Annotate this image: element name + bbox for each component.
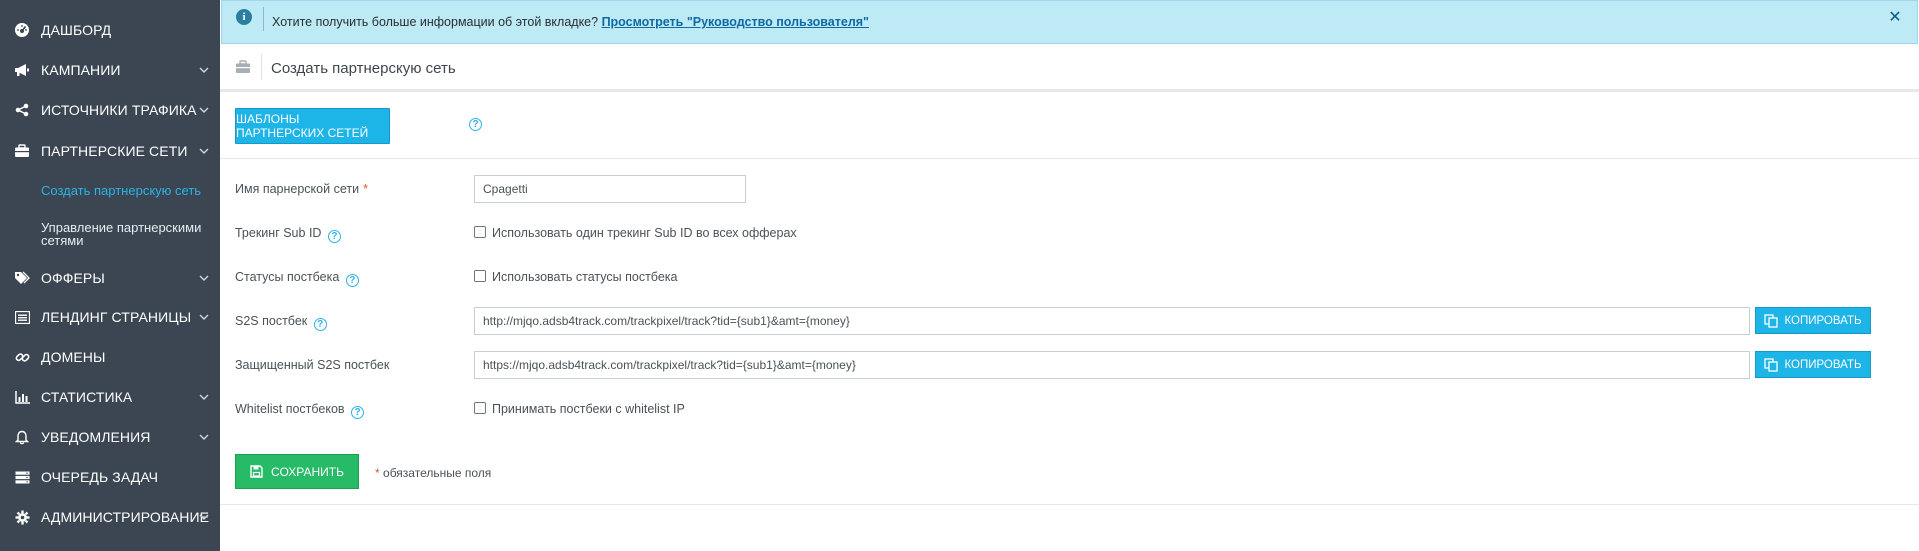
copy-icon (1764, 313, 1779, 328)
sidebar-item-label: УВЕДОМЛЕНИЯ (41, 429, 151, 445)
sidebar-item-landing-pages[interactable]: ЛЕНДИНГ СТРАНИЦЫ (0, 307, 220, 327)
required-fields-note: * обязательные поля (375, 466, 491, 480)
subid-tracking-label: Трекинг Sub ID ? (235, 226, 341, 243)
whitelist-postbacks-checkbox[interactable] (474, 402, 486, 414)
section-divider (220, 158, 1919, 159)
megaphone-icon (13, 61, 31, 79)
copy-secure-s2s-label: КОПИРОВАТЬ (1784, 358, 1862, 371)
sidebar-item-task-queue[interactable]: ОЧЕРЕДЬ ЗАДАЧ (0, 467, 220, 487)
chevron-down-icon (198, 391, 210, 403)
alert-divider (263, 7, 264, 31)
chevron-down-icon (198, 431, 210, 443)
s2s-postback-label-text: S2S постбек (235, 314, 308, 328)
help-icon[interactable]: ? (327, 230, 341, 243)
main-content: i Хотите получить больше информации об э… (220, 0, 1919, 551)
briefcase-icon (13, 142, 31, 160)
network-name-label: Имя парнерской сети * (235, 182, 368, 196)
alert-text: Хотите получить больше информации об это… (272, 15, 602, 29)
sidebar-item-notifications[interactable]: УВЕДОМЛЕНИЯ (0, 427, 220, 447)
postback-statuses-checkbox[interactable] (474, 270, 486, 282)
sidebar-item-label: СТАТИСТИКА (41, 389, 133, 405)
server-icon (13, 468, 31, 486)
info-icon: i (236, 9, 252, 25)
copy-s2s-label: КОПИРОВАТЬ (1784, 314, 1862, 327)
subid-tracking-checkbox[interactable] (474, 226, 486, 238)
whitelist-postbacks-label-text: Whitelist постбеков (235, 402, 345, 416)
postback-statuses-label: Статусы постбека ? (235, 270, 359, 287)
network-name-input[interactable] (474, 175, 746, 203)
help-icon[interactable]: ? (313, 318, 327, 331)
chevron-down-icon (198, 104, 210, 116)
sidebar: ДАШБОРД КАМПАНИИ ИСТОЧНИКИ ТРАФИКА ПАРТН… (0, 0, 220, 551)
sidebar-item-campaigns[interactable]: КАМПАНИИ (0, 60, 220, 80)
sidebar-item-dashboard[interactable]: ДАШБОРД (0, 20, 220, 40)
sidebar-item-domains[interactable]: ДОМЕНЫ (0, 347, 220, 367)
bell-icon (13, 428, 31, 446)
sidebar-item-label: ДАШБОРД (41, 22, 112, 38)
sidebar-item-label: ОЧЕРЕДЬ ЗАДАЧ (41, 469, 159, 485)
chevron-down-icon (198, 272, 210, 284)
footer-divider (220, 504, 1919, 505)
sidebar-subitem-label-line2: сетями (41, 233, 84, 248)
sidebar-item-label: АДМИНИСТРИРОВАНИЕ (41, 509, 210, 525)
sidebar-subitem-create-network[interactable]: Создать партнерскую сеть (41, 184, 201, 197)
info-alert: i Хотите получить больше информации об э… (221, 0, 1918, 44)
chevron-down-icon (198, 311, 210, 323)
network-templates-button[interactable]: ШАБЛОНЫ ПАРТНЕРСКИХ СЕТЕЙ (235, 108, 390, 144)
required-mark: * (363, 182, 368, 196)
header-divider (261, 54, 262, 80)
sidebar-item-label: ПАРТНЕРСКИЕ СЕТИ (41, 143, 188, 159)
sidebar-item-administration[interactable]: АДМИНИСТРИРОВАНИЕ (0, 507, 220, 527)
bar-chart-icon (13, 388, 31, 406)
whitelist-postbacks-checkbox-label: Принимать постбеки с whitelist IP (492, 402, 685, 416)
sidebar-item-affiliate-networks[interactable]: ПАРТНЕРСКИЕ СЕТИ (0, 141, 220, 161)
link-icon (13, 348, 31, 366)
list-icon (13, 308, 31, 326)
chevron-down-icon (198, 145, 210, 157)
page-header: Создать партнерскую сеть (220, 44, 1919, 92)
close-icon[interactable]: ✕ (1887, 8, 1903, 26)
copy-icon (1764, 357, 1779, 372)
secure-s2s-postback-label: Защищенный S2S постбек (235, 358, 390, 372)
copy-s2s-button[interactable]: КОПИРОВАТЬ (1755, 307, 1871, 334)
copy-secure-s2s-button[interactable]: КОПИРОВАТЬ (1755, 351, 1871, 378)
save-label: СОХРАНИТЬ (271, 464, 344, 479)
subid-tracking-checkbox-label: Использовать один трекинг Sub ID во всех… (492, 226, 797, 240)
help-icon[interactable]: ? (351, 406, 365, 419)
help-icon[interactable]: ? (345, 274, 359, 287)
dashboard-icon (13, 21, 31, 39)
sidebar-item-traffic-sources[interactable]: ИСТОЧНИКИ ТРАФИКА (0, 100, 220, 120)
floppy-icon (250, 465, 263, 478)
briefcase-icon (235, 60, 251, 74)
postback-statuses-label-text: Статусы постбека (235, 270, 340, 284)
sidebar-item-label: ОФФЕРЫ (41, 270, 105, 286)
help-icon[interactable]: ? (469, 118, 482, 131)
sidebar-item-label: ИСТОЧНИКИ ТРАФИКА (41, 102, 197, 118)
required-mark: * (375, 466, 380, 480)
required-fields-text: обязательные поля (383, 466, 492, 480)
sidebar-item-label: ДОМЕНЫ (41, 349, 106, 365)
sidebar-item-label: КАМПАНИИ (41, 62, 121, 78)
share-icon (13, 101, 31, 119)
chevron-down-icon (198, 64, 210, 76)
save-button[interactable]: СОХРАНИТЬ (235, 454, 359, 489)
s2s-postback-label: S2S постбек ? (235, 314, 327, 331)
user-guide-link[interactable]: Просмотреть "Руководство пользователя" (602, 15, 869, 29)
secure-s2s-postback-input[interactable] (474, 351, 1750, 379)
page-title: Создать партнерскую сеть (271, 60, 456, 77)
s2s-postback-input[interactable] (474, 307, 1750, 335)
subid-tracking-label-text: Трекинг Sub ID (235, 226, 322, 240)
network-name-label-text: Имя парнерской сети (235, 182, 360, 196)
sidebar-item-statistics[interactable]: СТАТИСТИКА (0, 387, 220, 407)
postback-statuses-checkbox-label: Использовать статусы постбека (492, 270, 678, 284)
tags-icon (13, 269, 31, 287)
sidebar-item-label: ЛЕНДИНГ СТРАНИЦЫ (41, 309, 192, 325)
chevron-down-icon (198, 511, 210, 523)
sidebar-subitem-manage-networks[interactable]: Управление партнерскими сетями (41, 221, 201, 247)
whitelist-postbacks-label: Whitelist постбеков ? (235, 402, 365, 419)
gear-icon (13, 508, 31, 526)
sidebar-item-offers[interactable]: ОФФЕРЫ (0, 268, 220, 288)
alert-message: Хотите получить больше информации об это… (272, 15, 869, 29)
